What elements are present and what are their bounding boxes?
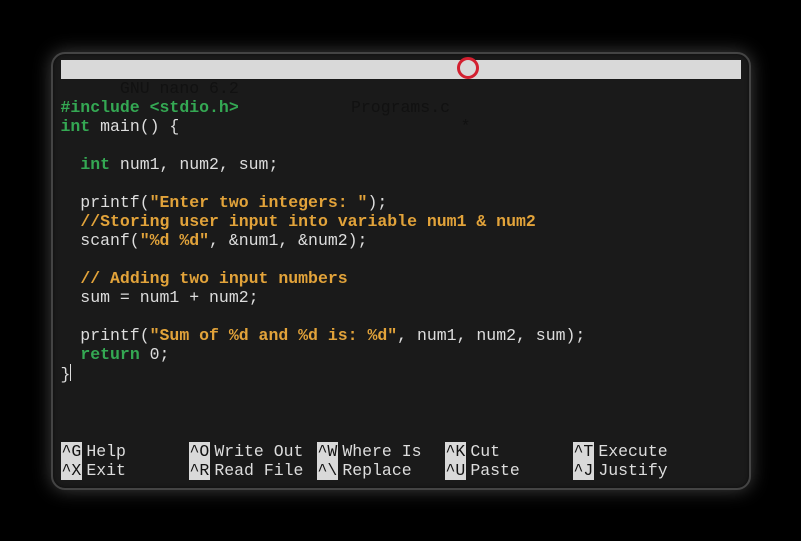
shortcut-label: Justify <box>598 461 667 480</box>
shortcut-justify[interactable]: ^JJustify <box>573 461 701 480</box>
shortcut-key: ^J <box>573 461 595 480</box>
code-string: "%d %d" <box>140 231 209 250</box>
shortcut-where-is[interactable]: ^WWhere Is <box>317 442 445 461</box>
shortcut-label: Help <box>86 442 126 461</box>
code-text: ); <box>367 193 387 212</box>
code-comment: //Storing user input into variable num1 … <box>80 212 535 231</box>
shortcut-bar: ^GHelp^OWrite Out^WWhere Is^KCut^TExecut… <box>61 442 741 480</box>
shortcut-key: ^T <box>573 442 595 461</box>
code-text: } <box>61 365 71 384</box>
code-string: "Sum of %d and %d is: %d" <box>150 326 398 345</box>
code-text: , num1, num2, sum); <box>397 326 585 345</box>
annotation-circle <box>457 57 479 79</box>
shortcut-write-out[interactable]: ^OWrite Out <box>189 442 317 461</box>
code-text: printf( <box>61 326 150 345</box>
code-text: scanf( <box>61 231 140 250</box>
code-text: printf( <box>61 193 150 212</box>
text-cursor <box>70 365 71 384</box>
shortcut-label: Replace <box>342 461 411 480</box>
code-keyword: int <box>80 155 110 174</box>
shortcut-label: Read File <box>214 461 303 480</box>
shortcut-cut[interactable]: ^KCut <box>445 442 573 461</box>
shortcut-key: ^W <box>317 442 339 461</box>
code-keyword: return <box>80 345 139 364</box>
code-include-path: <stdio.h> <box>140 98 239 117</box>
shortcut-label: Where Is <box>342 442 421 461</box>
code-text: 0; <box>140 345 170 364</box>
shortcut-replace[interactable]: ^\Replace <box>317 461 445 480</box>
shortcut-label: Paste <box>470 461 520 480</box>
shortcut-key: ^\ <box>317 461 339 480</box>
shortcut-execute[interactable]: ^TExecute <box>573 442 701 461</box>
code-indent <box>61 269 81 288</box>
shortcut-help[interactable]: ^GHelp <box>61 442 189 461</box>
modified-indicator: * <box>461 117 471 136</box>
shortcut-label: Exit <box>86 461 126 480</box>
code-string: "Enter two integers: " <box>150 193 368 212</box>
shortcut-label: Cut <box>470 442 500 461</box>
file-name: Programs.c <box>351 98 450 117</box>
code-text: sum = num1 + num2; <box>61 288 259 307</box>
code-text: num1, num2, sum; <box>110 155 278 174</box>
shortcut-key: ^K <box>445 442 467 461</box>
editor-title-bar: GNU nano 6.2 Programs.c * <box>61 60 741 79</box>
shortcut-key: ^O <box>189 442 211 461</box>
shortcut-read-file[interactable]: ^RRead File <box>189 461 317 480</box>
shortcut-key: ^X <box>61 461 83 480</box>
shortcut-label: Execute <box>598 442 667 461</box>
code-text: , &num1, &num2); <box>209 231 367 250</box>
editor-text-area[interactable]: #include <stdio.h> int main() { int num1… <box>61 79 741 403</box>
shortcut-paste[interactable]: ^UPaste <box>445 461 573 480</box>
code-indent <box>61 345 81 364</box>
shortcut-key: ^R <box>189 461 211 480</box>
shortcut-exit[interactable]: ^XExit <box>61 461 189 480</box>
shortcut-row-1: ^GHelp^OWrite Out^WWhere Is^KCut^TExecut… <box>61 442 741 461</box>
app-name: GNU nano 6.2 <box>100 79 239 98</box>
shortcut-key: ^G <box>61 442 83 461</box>
shortcut-row-2: ^XExit^RRead File^\Replace^UPaste^JJusti… <box>61 461 741 480</box>
code-comment: // Adding two input numbers <box>80 269 347 288</box>
shortcut-key: ^U <box>445 461 467 480</box>
nano-editor-window: GNU nano 6.2 Programs.c * #include <stdi… <box>51 52 751 490</box>
code-text: main() { <box>90 117 179 136</box>
code-indent <box>61 212 81 231</box>
shortcut-label: Write Out <box>214 442 303 461</box>
